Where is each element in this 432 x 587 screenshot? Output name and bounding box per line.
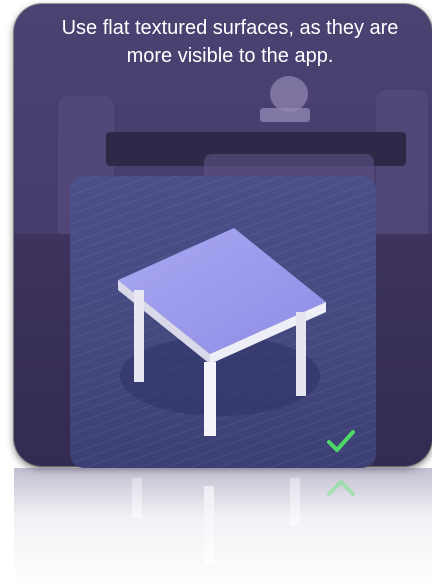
- instruction-text: Use flat textured surfaces, as they are …: [61, 17, 399, 67]
- reflection-leg: [290, 478, 300, 526]
- table-leg-front: [204, 362, 216, 436]
- surface-example-card: [70, 176, 376, 468]
- screen-reflection: [14, 468, 432, 587]
- confirm-button[interactable]: [326, 428, 356, 459]
- table-illustration: [118, 228, 326, 436]
- reflection-leg: [132, 478, 142, 518]
- reflection-check-icon: [326, 476, 356, 503]
- table-top: [118, 228, 326, 354]
- room-flowers: [270, 76, 308, 112]
- reflection-leg: [204, 486, 214, 564]
- table-leg-back-left: [134, 290, 144, 382]
- room-vase: [260, 108, 310, 122]
- checkmark-icon: [327, 430, 355, 452]
- table-leg-right: [296, 312, 306, 396]
